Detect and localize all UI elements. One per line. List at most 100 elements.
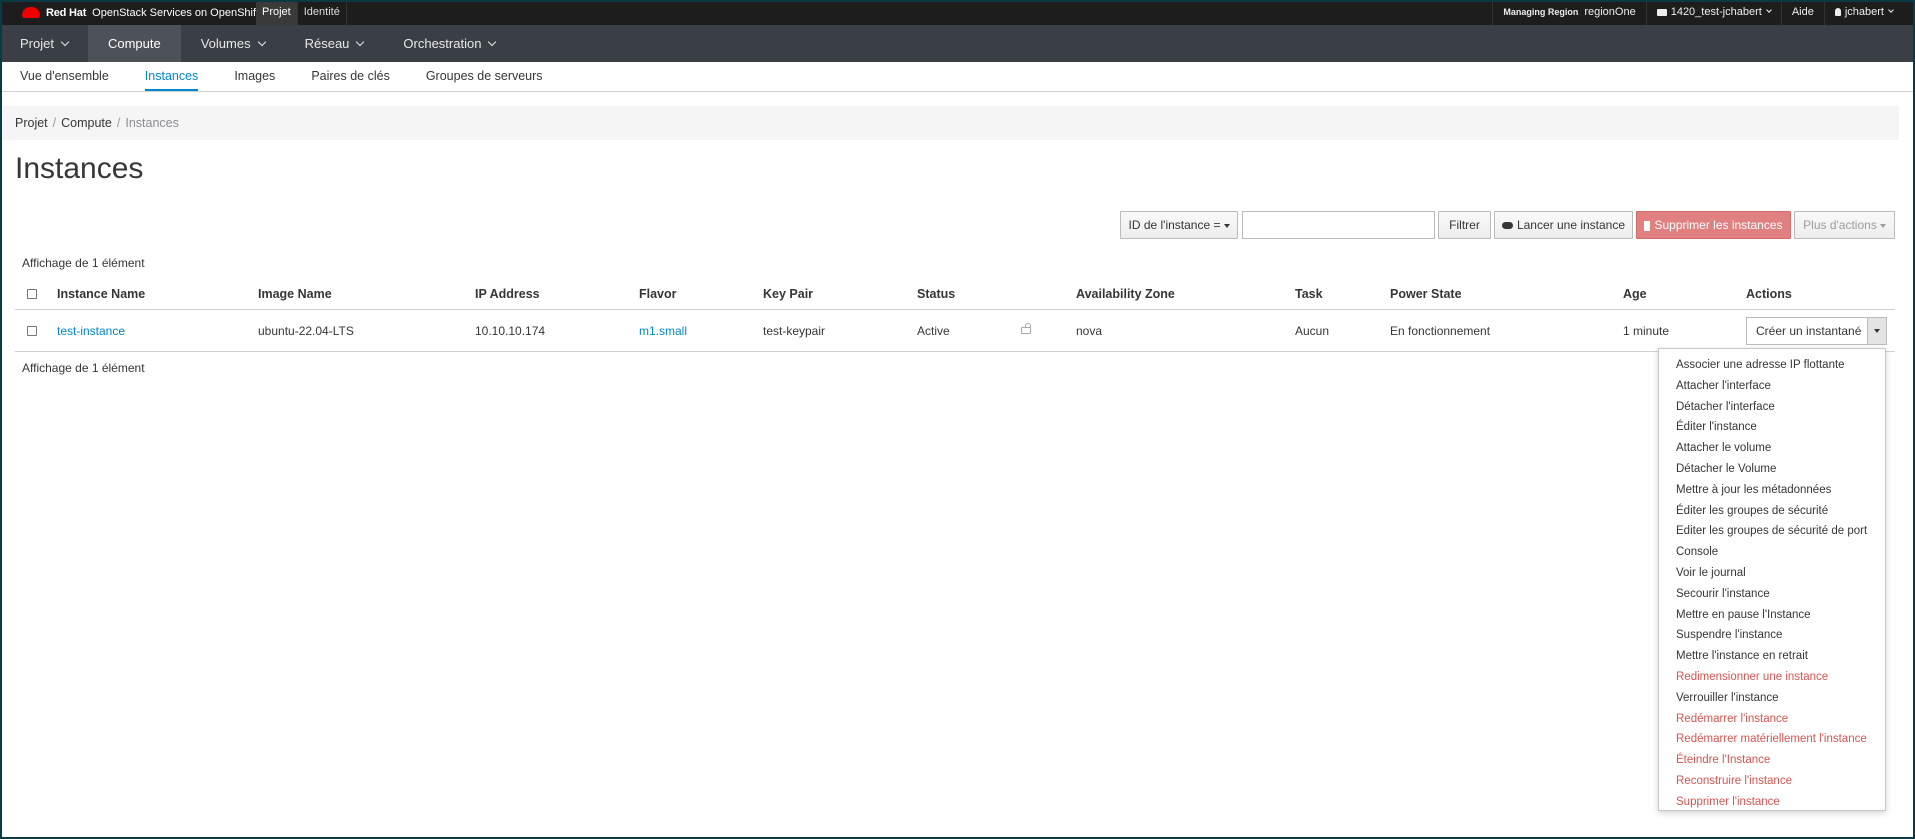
menu-rescue-instance[interactable]: Secourir l'instance	[1659, 584, 1885, 605]
nav-label: Réseau	[304, 36, 350, 51]
menu-soft-reboot[interactable]: Redémarrer l'instance	[1659, 709, 1885, 730]
nav-volumes[interactable]: Volumes	[181, 25, 285, 62]
help-link[interactable]: Aide	[1780, 0, 1824, 25]
breadcrumb-separator: /	[52, 116, 57, 130]
subnav-overview[interactable]: Vue d'ensemble	[20, 62, 109, 91]
menu-associate-floating-ip[interactable]: Associer une adresse IP flottante	[1659, 355, 1885, 376]
col-key-pair[interactable]: Key Pair	[763, 279, 813, 309]
chevron-down-icon	[488, 37, 497, 47]
select-all-checkbox[interactable]	[27, 289, 37, 299]
flavor-link[interactable]: m1.small	[639, 310, 687, 351]
col-age[interactable]: Age	[1623, 279, 1647, 309]
dashboard-switcher: Projet Identité	[256, 0, 347, 25]
nav-label: Orchestration	[403, 36, 482, 51]
brand[interactable]: Red Hat OpenStack Services on OpenShift	[22, 0, 259, 25]
menu-rebuild-instance[interactable]: Reconstruire l'instance	[1659, 771, 1885, 792]
menu-delete-instance[interactable]: Supprimer l'instance	[1659, 792, 1885, 813]
menu-edit-instance[interactable]: Éditer l'instance	[1659, 417, 1885, 438]
create-snapshot-button[interactable]: Créer un instantané	[1746, 317, 1868, 345]
breadcrumb-compute[interactable]: Compute	[61, 116, 112, 130]
col-task[interactable]: Task	[1295, 279, 1323, 309]
cloud-upload-icon	[1501, 222, 1513, 230]
nav-compute[interactable]: Compute	[87, 25, 181, 62]
item-count-top: Affichage de 1 élément	[22, 256, 145, 270]
subnav-images[interactable]: Images	[234, 62, 275, 91]
nav-orchestration[interactable]: Orchestration	[383, 25, 515, 62]
instance-name-link[interactable]: test-instance	[57, 310, 125, 351]
region-name: regionOne	[1584, 6, 1636, 18]
masthead: Red Hat OpenStack Services on OpenShift …	[0, 0, 1915, 25]
image-name: ubuntu-22.04-LTS	[258, 323, 354, 338]
key-pair: test-keypair	[763, 323, 826, 338]
filter-input[interactable]	[1242, 211, 1435, 239]
col-availability-zone[interactable]: Availability Zone	[1076, 279, 1175, 309]
menu-console[interactable]: Console	[1659, 542, 1885, 563]
table-row: test-instance ubuntu-22.04-LTS 10.10.10.…	[15, 310, 1895, 352]
menu-attach-interface[interactable]: Attacher l'interface	[1659, 376, 1885, 397]
brand-redhat: Red Hat	[46, 6, 87, 19]
menu-lock-instance[interactable]: Verrouiller l'instance	[1659, 688, 1885, 709]
launch-instance-label: Lancer une instance	[1516, 218, 1626, 232]
menu-shelve-instance[interactable]: Mettre l'instance en retrait	[1659, 646, 1885, 667]
col-image-name[interactable]: Image Name	[258, 279, 332, 309]
col-actions: Actions	[1746, 287, 1792, 301]
breadcrumb-current: Instances	[125, 116, 179, 130]
breadcrumb-separator: /	[116, 116, 121, 130]
masthead-right: Managing Region regionOne 1420_test-jchab…	[1492, 0, 1915, 25]
col-flavor[interactable]: Flavor	[639, 279, 677, 309]
user-icon	[1834, 8, 1841, 17]
subnav-keypairs[interactable]: Paires de clés	[311, 62, 390, 91]
secondary-nav: Vue d'ensemble Instances Images Paires d…	[0, 62, 1915, 92]
project-selector[interactable]: 1420_test-jchabert	[1645, 0, 1781, 25]
filter-button[interactable]: Filtrer	[1438, 211, 1491, 239]
nav-reseau[interactable]: Réseau	[285, 25, 384, 62]
menu-edit-port-security-groups[interactable]: Editer les groupes de sécurité de port	[1659, 521, 1885, 542]
col-instance-name[interactable]: Instance Name	[57, 279, 145, 309]
launch-instance-button[interactable]: Lancer une instance	[1494, 211, 1633, 239]
project-name: 1420_test-jchabert	[1670, 6, 1762, 18]
table-header: Instance Name Image Name IP Address Flav…	[15, 279, 1895, 310]
breadcrumb-projet[interactable]: Projet	[15, 116, 48, 130]
trash-icon	[1644, 220, 1651, 231]
primary-nav: Projet Compute Volumes Réseau Orchestrat…	[0, 25, 1915, 62]
filter-field-label: ID de l'instance =	[1128, 218, 1221, 232]
delete-instances-button[interactable]: Supprimer les instances	[1636, 211, 1791, 239]
user-menu[interactable]: jchabert	[1823, 0, 1903, 25]
delete-instances-label: Supprimer les instances	[1654, 218, 1783, 232]
menu-edit-security-groups[interactable]: Éditer les groupes de sécurité	[1659, 501, 1885, 522]
menu-attach-volume[interactable]: Attacher le volume	[1659, 438, 1885, 459]
folder-icon	[1656, 8, 1667, 16]
top-tab-projet[interactable]: Projet	[256, 0, 298, 25]
menu-suspend-instance[interactable]: Suspendre l'instance	[1659, 625, 1885, 646]
caret-down-icon	[1874, 328, 1880, 333]
breadcrumb: Projet / Compute / Instances	[2, 106, 1899, 140]
menu-pause-instance[interactable]: Mettre en pause l'Instance	[1659, 605, 1885, 626]
menu-update-metadata[interactable]: Mettre à jour les métadonnées	[1659, 480, 1885, 501]
availability-zone: nova	[1076, 323, 1103, 338]
region-selector[interactable]: Managing Region regionOne	[1492, 0, 1645, 25]
user-name: jchabert	[1844, 6, 1884, 18]
row-checkbox[interactable]	[27, 325, 37, 336]
unlock-icon	[1021, 323, 1031, 334]
subnav-server-groups[interactable]: Groupes de serveurs	[426, 62, 543, 91]
menu-view-log[interactable]: Voir le journal	[1659, 563, 1885, 584]
col-power-state[interactable]: Power State	[1390, 279, 1462, 309]
status: Active	[917, 323, 950, 338]
nav-projet[interactable]: Projet	[0, 25, 88, 62]
actions-dropdown-toggle[interactable]	[1867, 317, 1887, 345]
menu-detach-volume[interactable]: Détacher le Volume	[1659, 459, 1885, 480]
subnav-instances[interactable]: Instances	[144, 62, 199, 91]
menu-shut-off[interactable]: Éteindre l'Instance	[1659, 750, 1885, 771]
brand-product: OpenStack Services on OpenShift	[92, 6, 260, 19]
filter-field-select[interactable]: ID de l'instance =	[1120, 211, 1238, 239]
age: 1 minute	[1623, 323, 1670, 338]
menu-detach-interface[interactable]: Détacher l'interface	[1659, 397, 1885, 418]
top-tab-identite[interactable]: Identité	[298, 0, 347, 25]
nav-label: Projet	[20, 36, 54, 51]
chevron-down-icon	[257, 37, 266, 47]
col-ip-address[interactable]: IP Address	[475, 279, 540, 309]
menu-resize-instance[interactable]: Redimensionner une instance	[1659, 667, 1885, 688]
more-actions-button[interactable]: Plus d'actions	[1794, 211, 1895, 239]
menu-hard-reboot[interactable]: Redémarrer matériellement l'instance	[1659, 729, 1885, 750]
col-status[interactable]: Status	[917, 279, 955, 309]
